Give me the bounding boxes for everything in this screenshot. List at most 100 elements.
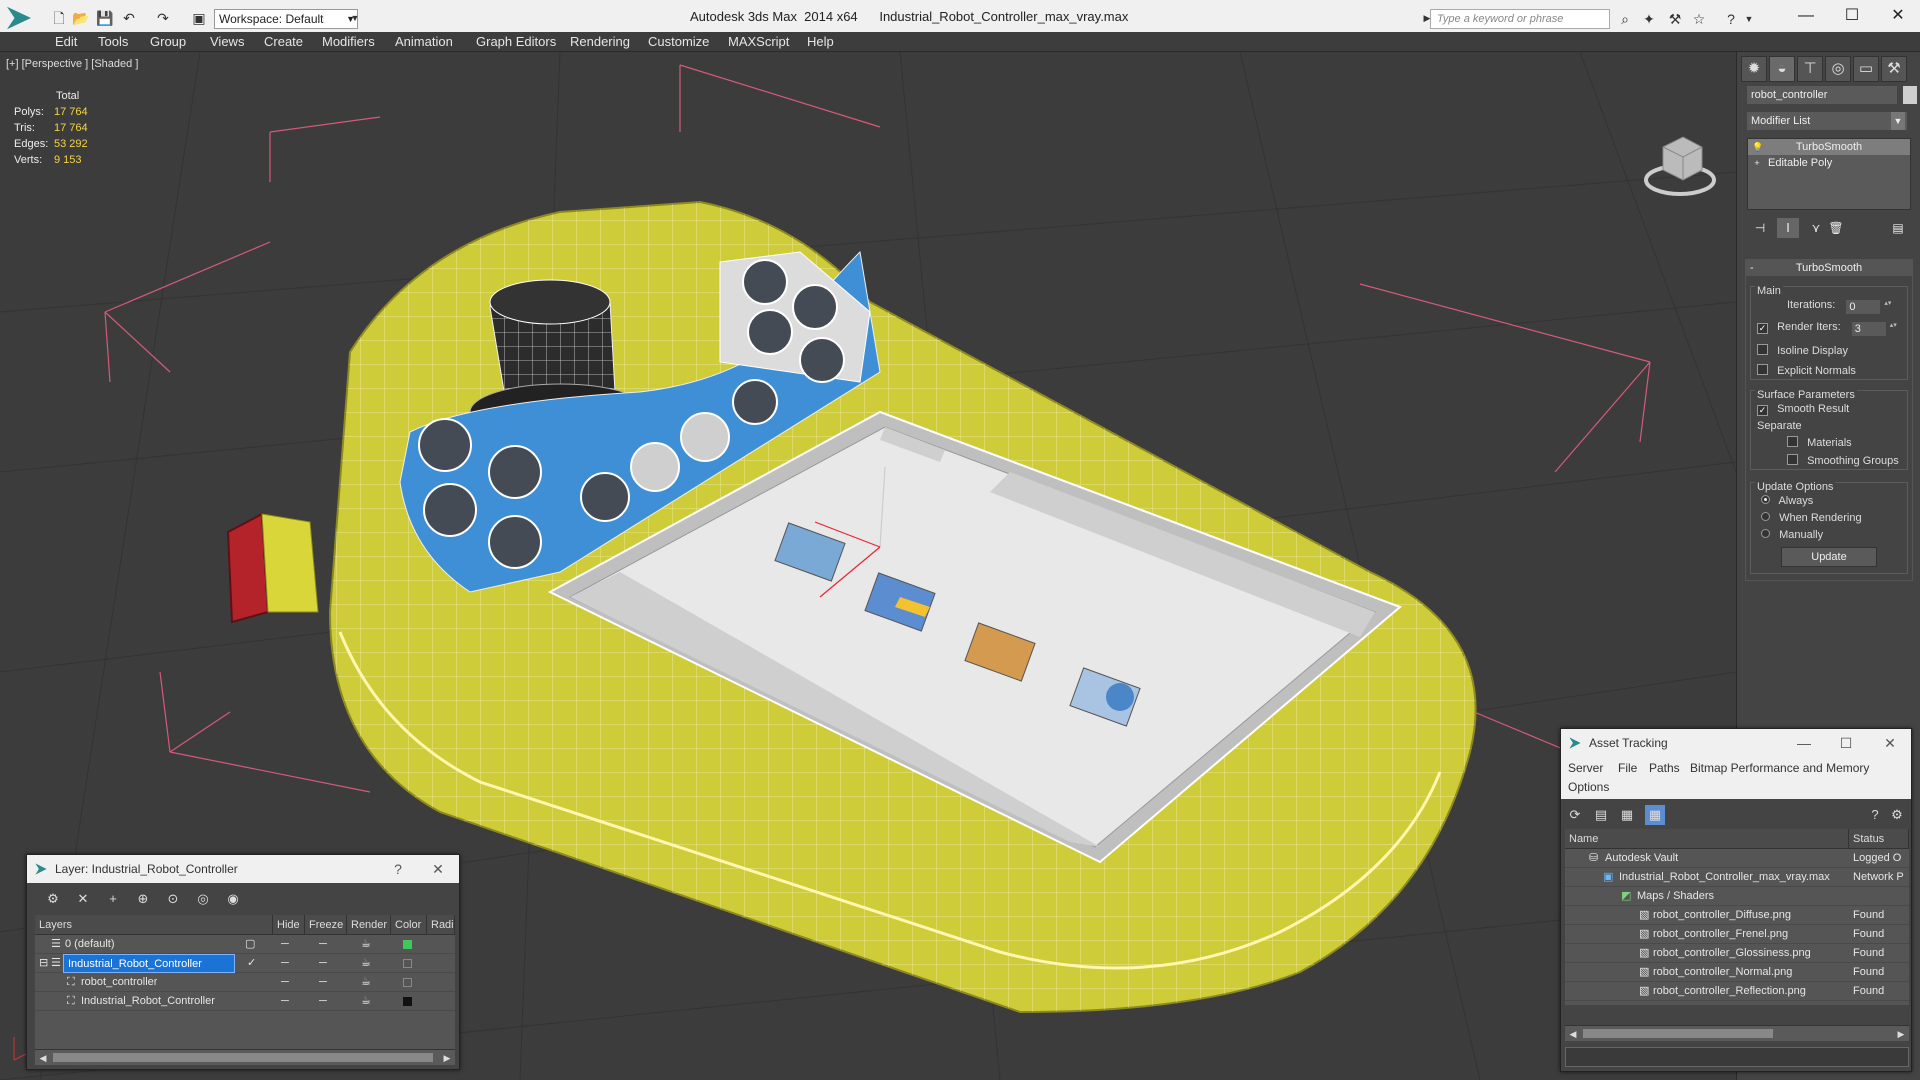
col-hide[interactable]: Hide	[273, 915, 305, 935]
table-row[interactable]: ▧ robot_controller_Diffuse.png Found	[1565, 906, 1909, 925]
scroll-thumb[interactable]	[53, 1053, 433, 1062]
col-radio[interactable]: Radio	[427, 915, 455, 935]
scroll-right-icon[interactable]: ▶	[1893, 1026, 1909, 1042]
asset-window-titlebar[interactable]: Asset Tracking — ☐ ✕	[1561, 729, 1911, 757]
menu-options[interactable]: Options	[1568, 780, 1609, 794]
communication-icon[interactable]: ⚒	[1666, 10, 1684, 28]
display-tab-icon[interactable]: ▭	[1853, 56, 1879, 82]
menu-edit[interactable]: Edit	[55, 34, 77, 49]
remove-modifier-icon[interactable]: 🗑	[1825, 218, 1847, 238]
expand-plus-icon[interactable]: +	[1752, 158, 1762, 168]
iterations-spinner[interactable]: 0	[1846, 300, 1892, 314]
list-view-icon[interactable]: ▤	[1591, 805, 1611, 825]
maximize-button[interactable]: ☐	[1831, 729, 1861, 757]
menu-file[interactable]: File	[1618, 761, 1637, 775]
table-row[interactable]: ⊟ ☰ Industrial_Robot_Controller ✓ ─ ─ ☕	[35, 954, 455, 973]
update-button[interactable]: Update	[1781, 547, 1877, 567]
layer-settings-icon[interactable]: ⚙	[43, 889, 63, 909]
subscription-icon[interactable]: ✦	[1640, 10, 1658, 28]
undo-icon[interactable]: ↶	[120, 9, 138, 27]
smooth-result-row[interactable]: ✓ Smooth Result	[1757, 401, 1849, 417]
always-row[interactable]: Always	[1761, 493, 1813, 509]
table-row[interactable]: ☰ 0 (default) ▢ ─ ─ ☕	[35, 935, 455, 954]
render-teapot-icon[interactable]: ☕	[361, 992, 371, 1011]
render-iters-spinner[interactable]: 3	[1851, 322, 1898, 336]
scroll-left-icon[interactable]: ◀	[35, 1050, 51, 1066]
menu-graph-editors[interactable]: Graph Editors	[476, 34, 556, 49]
help-icon[interactable]: ?	[1722, 10, 1740, 28]
table-row[interactable]: ⛶ robot_controller ─ ─ ☕	[35, 973, 455, 992]
freeze-toggle[interactable]: ─	[319, 954, 327, 973]
close-button[interactable]: ✕	[1875, 729, 1905, 757]
explicit-normals-row[interactable]: Explicit Normals	[1757, 363, 1856, 379]
help-icon[interactable]: ?	[1865, 805, 1885, 825]
smoothing-groups-checkbox[interactable]	[1787, 454, 1798, 465]
favorites-icon[interactable]: ☆	[1690, 10, 1708, 28]
render-teapot-icon[interactable]: ☕	[361, 935, 371, 954]
table-row[interactable]: ◩ Maps / Shaders	[1565, 887, 1909, 906]
menu-modifiers[interactable]: Modifiers	[322, 34, 375, 49]
manually-radio[interactable]	[1761, 529, 1770, 538]
menu-views[interactable]: Views	[210, 34, 244, 49]
table-row[interactable]: ▧ robot_controller_Glossiness.png Found	[1565, 944, 1909, 963]
asset-path-field[interactable]	[1565, 1047, 1909, 1067]
table-row[interactable]: ▧ robot_controller_Reflection.png Found	[1565, 982, 1909, 1001]
open-file-icon[interactable]: 📂	[72, 9, 90, 27]
asset-horizontal-scrollbar[interactable]: ◀ ▶	[1565, 1025, 1909, 1041]
hide-all-icon[interactable]: ◉	[223, 889, 243, 909]
hide-toggle[interactable]: ─	[281, 935, 289, 954]
object-color-swatch[interactable]	[1903, 86, 1917, 104]
minimize-button[interactable]: —	[1786, 4, 1826, 28]
render-iters-checkbox[interactable]: ✓	[1757, 323, 1768, 334]
project-folder-icon[interactable]: ▣	[190, 9, 208, 27]
layer-color-swatch[interactable]	[403, 959, 412, 968]
scroll-left-icon[interactable]: ◀	[1565, 1026, 1581, 1042]
hierarchy-tab-icon[interactable]: ⊤	[1797, 56, 1823, 82]
materials-checkbox[interactable]	[1787, 436, 1798, 447]
stack-item-editable-poly[interactable]: + Editable Poly	[1748, 155, 1910, 171]
object-name-field[interactable]: robot_controller	[1747, 86, 1897, 104]
table-row[interactable]: ▧ robot_controller_Frenel.png Found	[1565, 925, 1909, 944]
add-selection-icon[interactable]: ⊕	[133, 889, 153, 909]
render-teapot-icon[interactable]: ☕	[361, 954, 371, 973]
show-end-result-icon[interactable]: Ⅰ	[1777, 218, 1799, 238]
freeze-toggle[interactable]: ─	[319, 992, 327, 1011]
layer-color-swatch[interactable]	[403, 940, 412, 949]
search-input[interactable]: Type a keyword or phrase	[1430, 9, 1610, 29]
isoline-checkbox[interactable]	[1757, 344, 1768, 355]
smooth-result-checkbox[interactable]: ✓	[1757, 405, 1768, 416]
hide-toggle[interactable]: ─	[281, 973, 289, 992]
close-button[interactable]: ✕	[1878, 4, 1918, 28]
modify-tab-icon[interactable]: ◒	[1769, 56, 1795, 82]
layer-color-swatch[interactable]	[403, 978, 412, 987]
col-freeze[interactable]: Freeze	[305, 915, 347, 935]
rollout-header[interactable]: - TurboSmooth	[1746, 260, 1912, 276]
scroll-thumb[interactable]	[1583, 1029, 1773, 1038]
thumbnail-view-icon[interactable]: ▦	[1617, 805, 1637, 825]
col-render[interactable]: Render	[347, 915, 391, 935]
modifier-list-dropdown[interactable]: Modifier List ▼	[1747, 112, 1907, 130]
menu-customize[interactable]: Customize	[648, 34, 709, 49]
binoculars-icon[interactable]: ⌕	[1616, 10, 1634, 28]
refresh-icon[interactable]: ⟳	[1565, 805, 1585, 825]
lightbulb-icon[interactable]: 💡	[1752, 142, 1763, 152]
freeze-toggle[interactable]: ─	[319, 973, 327, 992]
col-name[interactable]: Name	[1565, 829, 1849, 849]
app-logo-icon[interactable]	[7, 6, 31, 30]
menu-help[interactable]: Help	[807, 34, 834, 49]
menu-maxscript[interactable]: MAXScript	[728, 34, 789, 49]
materials-row[interactable]: Materials	[1787, 435, 1852, 451]
utilities-tab-icon[interactable]: ⚒	[1881, 56, 1907, 82]
col-color[interactable]: Color	[391, 915, 427, 935]
create-tab-icon[interactable]: ✹	[1741, 56, 1767, 82]
menu-paths[interactable]: Paths	[1649, 761, 1680, 775]
chevron-down-icon[interactable]: ▼	[1740, 10, 1758, 28]
pin-stack-icon[interactable]: ⊣	[1749, 218, 1771, 238]
manually-row[interactable]: Manually	[1761, 527, 1823, 543]
smoothing-groups-row[interactable]: Smoothing Groups	[1787, 453, 1899, 469]
table-row[interactable]: ⛶ Industrial_Robot_Controller ─ ─ ☕	[35, 992, 455, 1011]
menu-animation[interactable]: Animation	[395, 34, 453, 49]
always-radio[interactable]	[1761, 495, 1770, 504]
hide-toggle[interactable]: ─	[281, 992, 289, 1011]
configure-modifier-sets-icon[interactable]: ▤	[1887, 218, 1909, 238]
